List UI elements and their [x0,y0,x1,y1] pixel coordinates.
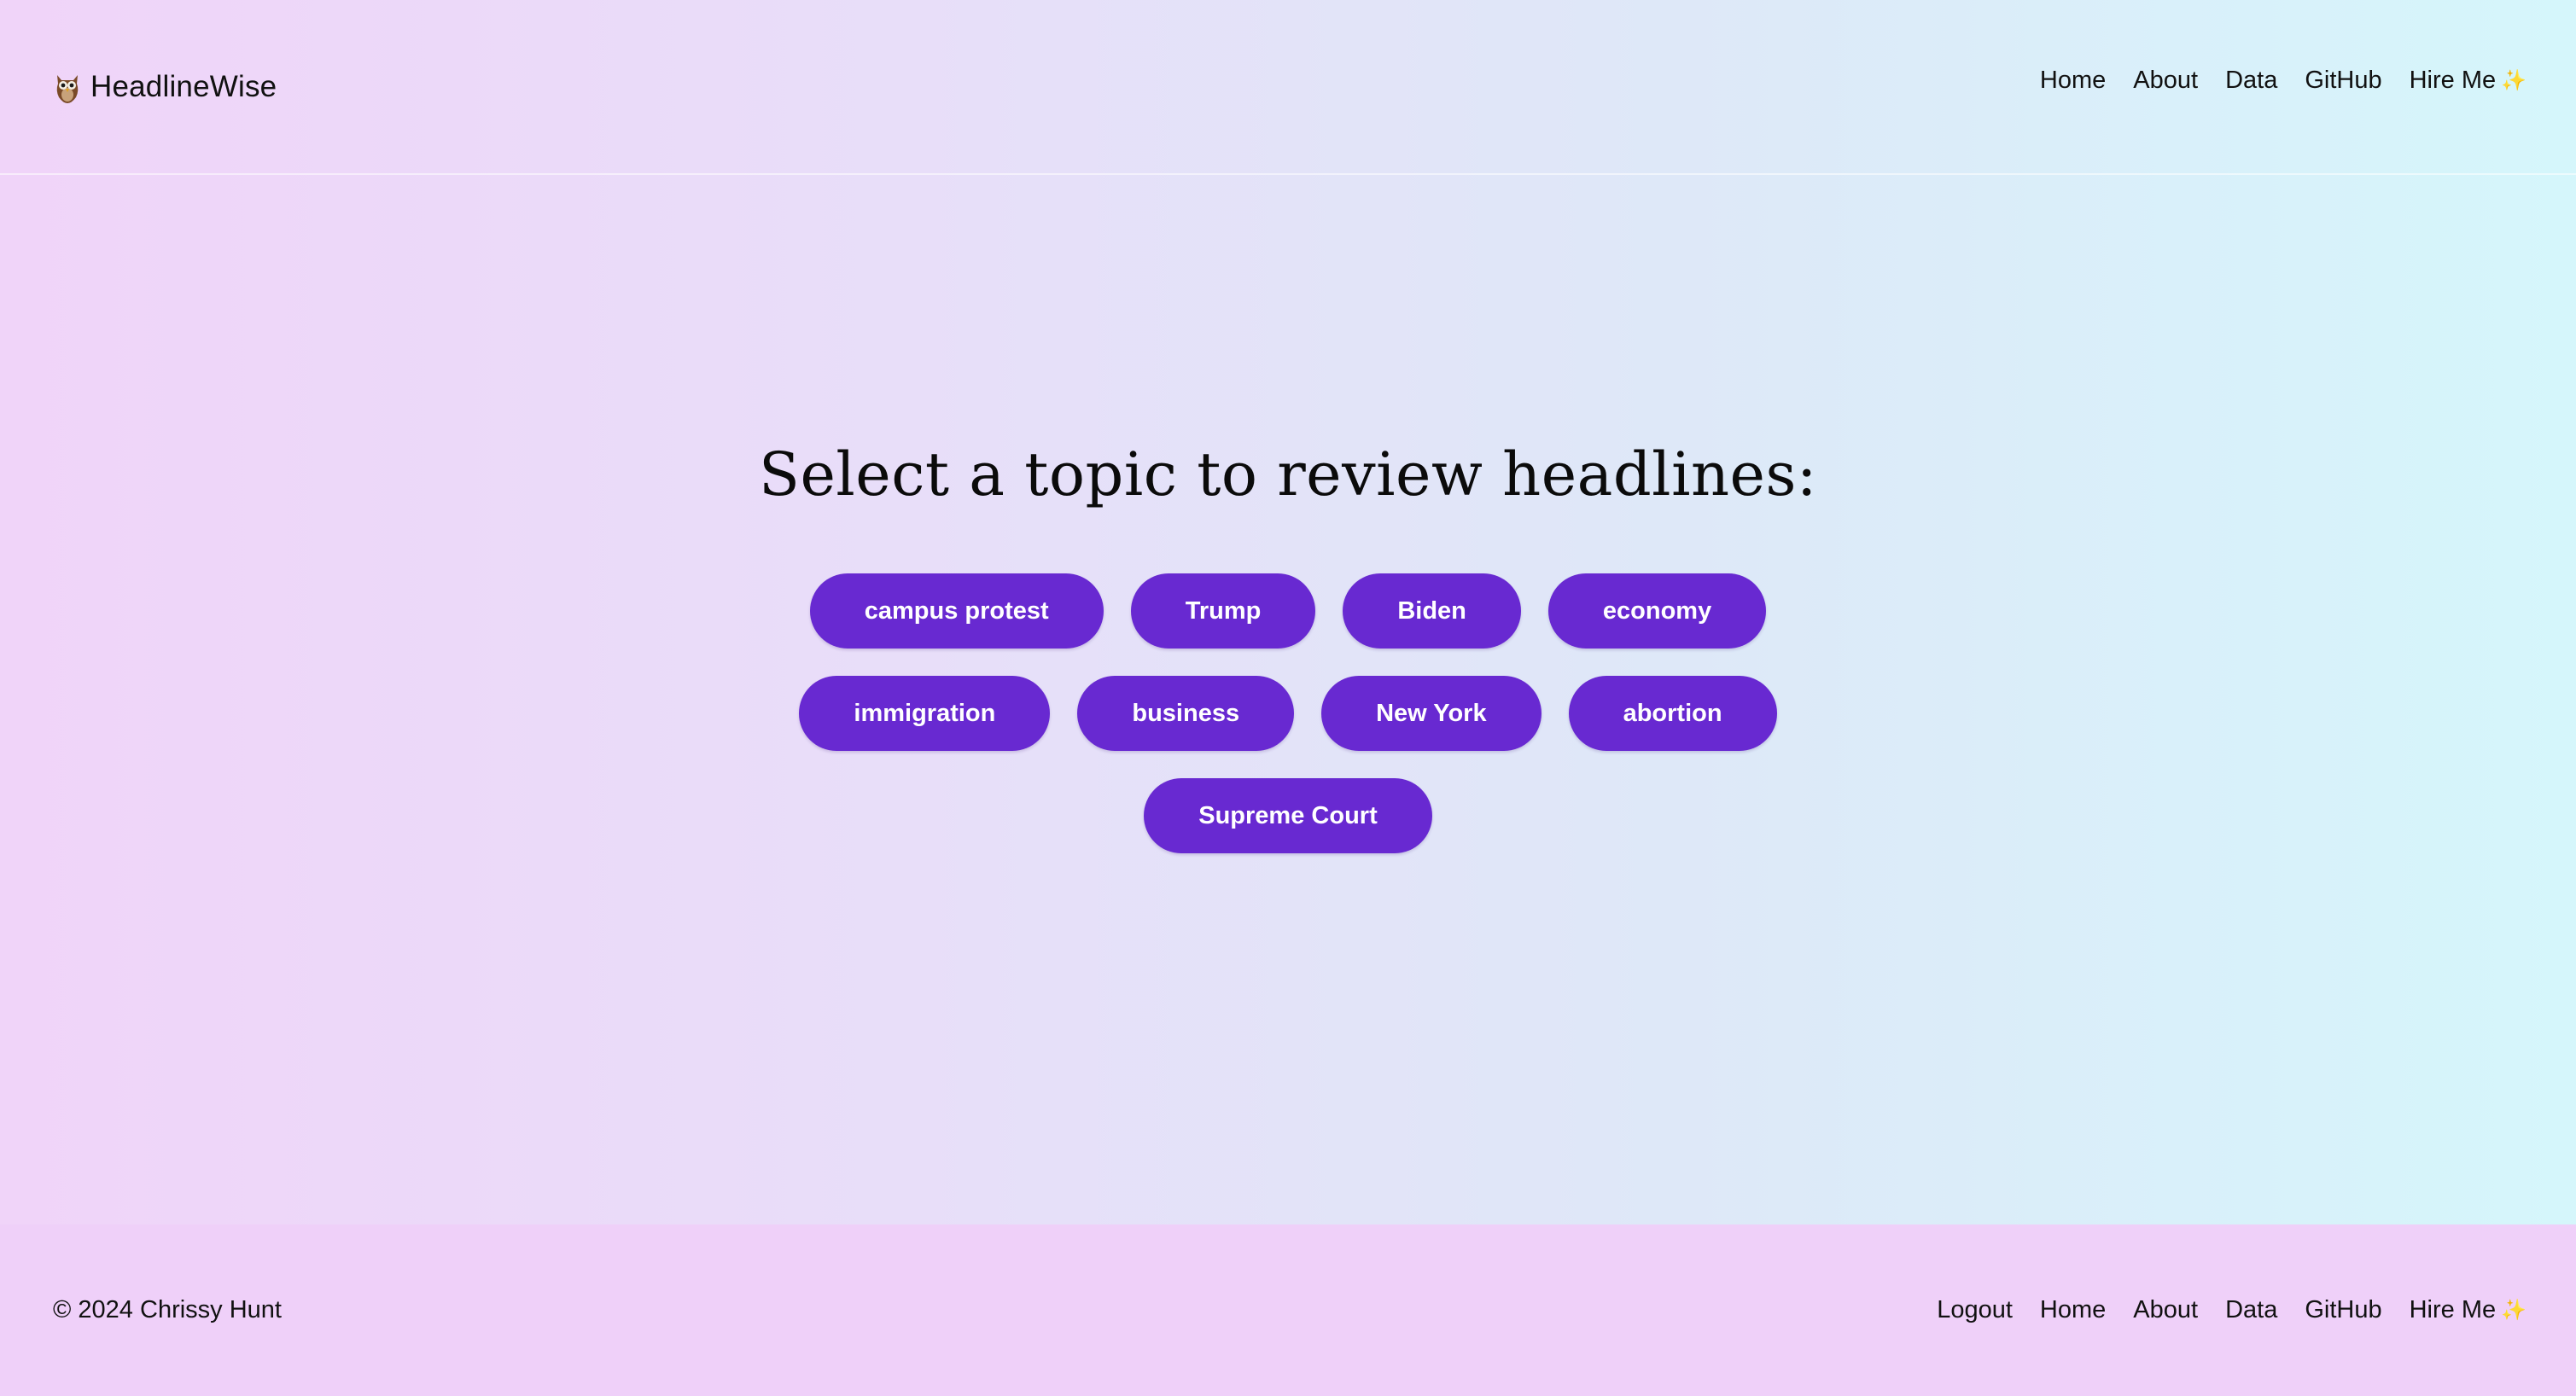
topic-row: campus protest Trump Biden economy [0,573,2576,649]
site-header: HeadlineWise Home About Data GitHub Hire… [0,0,2576,175]
topic-button-immigration[interactable]: immigration [799,676,1051,751]
footer-data-link[interactable]: Data [2225,1296,2277,1324]
footer-logout-link[interactable]: Logout [1937,1296,2013,1324]
page-title: Select a topic to review headlines: [759,439,1817,509]
main-content: Select a topic to review headlines: camp… [0,175,2576,1224]
footer-hire-me-label: Hire Me [2409,1296,2497,1323]
sparkle-icon: ✨ [2501,1299,2526,1322]
footer-hire-me-link[interactable]: Hire Me ✨ [2410,1296,2526,1324]
topic-row: Supreme Court [0,778,2576,853]
footer-about-link[interactable]: About [2133,1296,2198,1324]
topic-button-new-york[interactable]: New York [1321,676,1542,751]
topic-button-abortion[interactable]: abortion [1568,676,1777,751]
nav-github-link[interactable]: GitHub [2305,67,2381,95]
nav-hire-me-label: Hire Me [2409,67,2497,94]
sparkle-icon: ✨ [2501,69,2526,92]
topic-button-trump[interactable]: Trump [1130,573,1316,649]
footer-github-link[interactable]: GitHub [2305,1296,2381,1324]
topic-list: campus protest Trump Biden economy immig… [0,573,2576,881]
nav-hire-me-link[interactable]: Hire Me ✨ [2410,67,2526,95]
header-nav: Home About Data GitHub Hire Me ✨ [2040,67,2526,95]
footer-home-link[interactable]: Home [2040,1296,2106,1324]
owl-icon [53,70,82,104]
footer-nav: Logout Home About Data GitHub Hire Me ✨ [1937,1296,2526,1324]
topic-button-campus-protest[interactable]: campus protest [809,573,1104,649]
topic-button-business[interactable]: business [1077,676,1295,751]
topic-button-biden[interactable]: Biden [1343,573,1521,649]
copyright-text: © 2024 Chrissy Hunt [53,1296,282,1323]
site-footer: © 2024 Chrissy Hunt Logout Home About Da… [0,1224,2576,1396]
brand-link[interactable]: HeadlineWise [53,61,277,113]
nav-home-link[interactable]: Home [2040,67,2106,95]
nav-data-link[interactable]: Data [2225,67,2277,95]
topic-button-supreme-court[interactable]: Supreme Court [1144,778,1432,853]
topic-row: immigration business New York abortion [0,676,2576,751]
brand-name: HeadlineWise [90,70,277,103]
nav-about-link[interactable]: About [2133,67,2198,95]
topic-button-economy[interactable]: economy [1547,573,1767,649]
